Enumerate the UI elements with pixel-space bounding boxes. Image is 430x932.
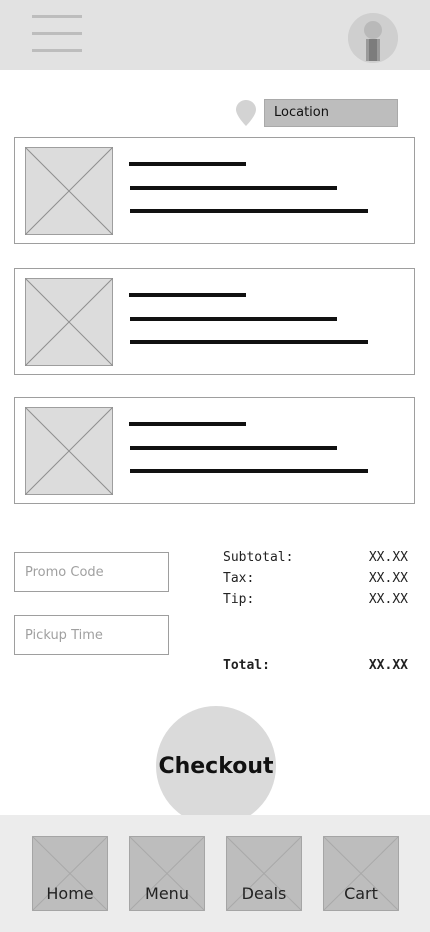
tax-value: XX.XX	[368, 571, 408, 586]
image-placeholder-icon	[25, 147, 113, 235]
map-pin-icon	[236, 100, 256, 126]
user-avatar-icon[interactable]	[348, 13, 398, 63]
item-detail-line	[130, 340, 368, 344]
nav-home-button[interactable]: Home	[32, 836, 108, 911]
nav-home-label: Home	[46, 884, 94, 903]
item-title-line	[129, 293, 246, 297]
tip-value: XX.XX	[368, 592, 408, 607]
nav-menu-button[interactable]: Menu	[129, 836, 205, 911]
bottom-nav: Home Menu Deals Cart	[0, 815, 430, 932]
subtotal-row: Subtotal: XX.XX	[223, 550, 408, 568]
item-title-line	[129, 162, 246, 166]
cart-item-card[interactable]	[14, 397, 415, 504]
top-bar	[0, 0, 430, 70]
promo-code-input[interactable]	[14, 552, 169, 592]
image-placeholder-icon	[25, 278, 113, 366]
nav-deals-label: Deals	[241, 884, 287, 903]
total-value: XX.XX	[368, 658, 408, 673]
tax-row: Tax: XX.XX	[223, 571, 408, 589]
item-detail-line	[130, 209, 368, 213]
nav-menu-label: Menu	[145, 884, 189, 903]
hamburger-menu-icon[interactable]	[32, 15, 82, 53]
tip-label: Tip:	[223, 592, 255, 607]
item-detail-line	[130, 317, 337, 321]
image-placeholder-icon	[25, 407, 113, 495]
item-detail-line	[130, 446, 337, 450]
pickup-time-input[interactable]	[14, 615, 169, 655]
tax-label: Tax:	[223, 571, 255, 586]
location-selector[interactable]: Location	[264, 99, 398, 127]
checkout-button[interactable]: Checkout	[156, 706, 276, 826]
nav-deals-button[interactable]: Deals	[226, 836, 302, 911]
total-label: Total:	[223, 658, 270, 673]
item-detail-line	[130, 186, 337, 190]
item-detail-line	[130, 469, 368, 473]
location-label: Location	[274, 105, 329, 120]
subtotal-value: XX.XX	[368, 550, 408, 565]
total-row: Total: XX.XX	[223, 658, 408, 676]
nav-cart-button[interactable]: Cart	[323, 836, 399, 911]
item-title-line	[129, 422, 246, 426]
cart-item-card[interactable]	[14, 268, 415, 375]
cart-item-card[interactable]	[14, 137, 415, 244]
tip-row: Tip: XX.XX	[223, 592, 408, 610]
subtotal-label: Subtotal:	[223, 550, 294, 565]
nav-cart-label: Cart	[344, 884, 378, 903]
